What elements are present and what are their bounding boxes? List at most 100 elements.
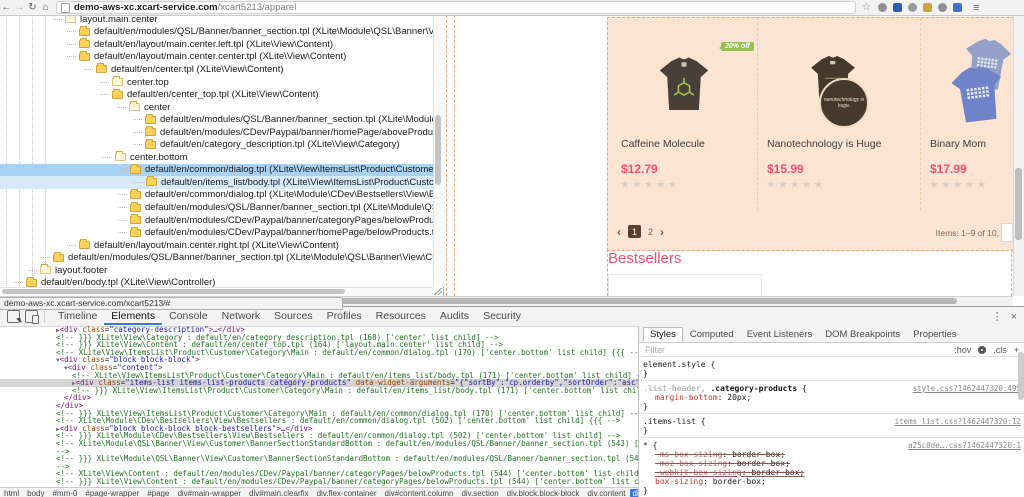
extension-icon[interactable] (952, 3, 962, 12)
extension-icon[interactable] (877, 3, 887, 12)
extension-icon[interactable] (907, 3, 917, 12)
dom-comment-line[interactable]: <!-- }}} XLite\View\ItemsList\Product\Cu… (0, 386, 638, 395)
breadcrumb-item[interactable]: body (23, 489, 48, 497)
element-state-icon[interactable] (978, 345, 987, 354)
page-number[interactable]: 1 (628, 225, 641, 238)
css-property[interactable]: -ms-box-sizing: border-box; (643, 450, 1021, 459)
breadcrumb-item[interactable]: div.flex-container (313, 489, 381, 497)
page-vertical-scrollbar-thumb[interactable] (1015, 168, 1022, 240)
extension-icon[interactable] (937, 3, 947, 12)
devtools-tab-elements[interactable]: Elements (104, 308, 163, 325)
tree-item[interactable]: default/en/modules/QSL/Banner/banner_sec… (0, 113, 443, 126)
tree-item[interactable]: default/en/items_list/body.tpl (XLite\Vi… (0, 176, 443, 189)
breadcrumb-item[interactable]: #page-wrapper (81, 489, 143, 497)
product-rating-stars[interactable]: ★★★★★ (929, 178, 988, 191)
devtools-tab-console[interactable]: Console (162, 308, 215, 325)
classes-button[interactable]: .cls (993, 345, 1007, 355)
dom-comment-line[interactable]: <!-- XLite\Module\QSL\Banner\View\Custom… (0, 440, 638, 448)
tree-item[interactable]: center.top (0, 76, 443, 89)
css-rule[interactable]: * {a25c8de….css?1462447320:1 -ms-box-sizi… (639, 438, 1024, 497)
tree-item[interactable]: default/en/modules/CDev/Paypal/banner/ho… (0, 226, 443, 239)
css-property[interactable]: -moz-box-sizing: border-box; (643, 459, 1021, 468)
styles-tab-properties[interactable]: Properties (907, 328, 962, 341)
elements-tree[interactable]: ▶<div class="category-description">…</di… (0, 326, 638, 487)
reload-icon[interactable]: ↻ (26, 1, 39, 15)
css-property[interactable]: box-sizing: border-box; (643, 477, 1021, 486)
stylesheet-source-link[interactable]: a25c8de….css?1462447320:1 (908, 441, 1021, 450)
bookmark-star-icon[interactable]: ☆ (862, 2, 871, 13)
hover-state-button[interactable]: :hov (954, 345, 971, 355)
tree-item[interactable]: center.bottom (0, 151, 443, 164)
tree-item[interactable]: default/en/center_top.tpl (XLite\View\Co… (0, 88, 443, 101)
breadcrumb-item[interactable]: div#main-wrapper (173, 489, 245, 497)
dom-comment-line[interactable]: <!-- }}} XLite\View\Content : default/en… (0, 478, 638, 486)
styles-tab-event-listeners[interactable]: Event Listeners (741, 328, 818, 341)
device-toolbar-icon[interactable] (25, 310, 39, 324)
product-name[interactable]: Nanotechnology is Huge (767, 138, 881, 150)
breadcrumb-item[interactable]: div.section (457, 489, 502, 497)
devtools-tab-profiles[interactable]: Profiles (320, 308, 369, 325)
devtools-tab-audits[interactable]: Audits (433, 308, 476, 325)
product-rating-stars[interactable]: ★★★★★ (766, 178, 825, 191)
next-page-icon[interactable]: › (660, 226, 664, 238)
tree-vertical-scrollbar-thumb[interactable] (435, 115, 441, 185)
tree-item[interactable]: default/en/common/dialog.tpl (XLite\View… (0, 163, 443, 177)
tree-item[interactable]: default/en/modules/QSL/Banner/banner_sec… (0, 201, 443, 214)
styles-scrollbar-thumb[interactable] (1018, 352, 1024, 400)
product-name[interactable]: Binary Mom (930, 138, 986, 150)
tree-horizontal-scrollbar-thumb[interactable] (2, 289, 345, 294)
forward-icon[interactable]: → (13, 1, 26, 15)
styles-tab-dom-breakpoints[interactable]: DOM Breakpoints (819, 328, 906, 341)
browser-menu-icon[interactable]: ≡ (973, 2, 979, 14)
extension-icon[interactable] (922, 3, 932, 12)
breadcrumb-item[interactable]: div.block.block-block (503, 489, 584, 497)
back-icon[interactable]: ← (0, 1, 13, 15)
stylesheet-source-link[interactable]: items_list.css?1462447320:12 (895, 417, 1021, 426)
product-image[interactable] (653, 44, 715, 124)
dom-comment-line[interactable]: <!-- }}} XLite\Module\QSL\Banner\View\Cu… (0, 455, 638, 463)
product-image[interactable] (942, 58, 1013, 129)
styles-tab-styles[interactable]: Styles (643, 326, 683, 342)
tree-item[interactable]: default/en/layout/main.center.center.tpl… (0, 50, 443, 64)
tree-item[interactable]: default/en/modules/QSL/Banner/banner_sec… (0, 251, 443, 264)
tree-item[interactable]: default/en/layout/main.center.right.tpl … (0, 239, 443, 252)
home-icon[interactable]: ⌂ (39, 1, 52, 15)
dom-node-line[interactable]: </div> (0, 394, 638, 402)
per-page-select[interactable] (1001, 223, 1013, 242)
template-tree-panel[interactable]: layout.main.center default/en/modules/QSL… (0, 15, 444, 297)
css-rule[interactable]: .list-header, .category-products {style.… (639, 381, 1024, 414)
tree-item[interactable]: layout.footer (0, 264, 443, 277)
previous-page-icon[interactable]: ‹ (617, 226, 621, 238)
devtools-tab-network[interactable]: Network (215, 308, 268, 325)
tree-item[interactable]: default/en/layout/main.center.left.tpl (… (0, 38, 443, 51)
devtools-tab-timeline[interactable]: Timeline (51, 308, 104, 325)
tree-item[interactable]: default/en/center.tpl (XLite\View\Conten… (0, 63, 443, 76)
breadcrumb-item[interactable]: div.items-list.items-list-products.categ… (629, 489, 638, 497)
styles-filter-input[interactable]: Filter (645, 345, 947, 355)
breadcrumb-item[interactable]: div.content (583, 489, 629, 497)
tree-item[interactable]: center (0, 101, 443, 114)
address-bar[interactable]: demo-aws-xc.xcart-service.com/xcart5213/… (56, 1, 856, 14)
url-text[interactable]: demo-aws-xc.xcart-service.com/xcart5213/… (74, 2, 296, 13)
css-property[interactable]: -webkit-box-sizing: border-box; (643, 468, 1021, 477)
stylesheet-source-link[interactable]: style.css?1462447320:495 (913, 384, 1021, 393)
inspect-element-icon[interactable] (7, 310, 22, 325)
breadcrumb-item[interactable]: #mm-0 (48, 489, 81, 497)
product-name[interactable]: Caffeine Molecule (621, 138, 705, 150)
page-vertical-scrollbar[interactable] (1013, 15, 1024, 296)
extension-icon[interactable] (892, 3, 902, 12)
breadcrumb-item[interactable]: #page (143, 489, 173, 497)
tree-item[interactable]: layout.main.center (0, 15, 443, 26)
breadcrumb-item[interactable]: html (0, 489, 23, 497)
styles-tab-computed[interactable]: Computed (684, 328, 740, 341)
tree-resize-grip[interactable] (434, 288, 442, 295)
tree-item[interactable]: default/en/modules/CDev/Paypal/banner/ca… (0, 214, 443, 227)
breadcrumb-item[interactable]: div#main.clearfix (245, 489, 313, 497)
devtools-tab-security[interactable]: Security (476, 308, 528, 325)
product-card[interactable]: nanotechnology is huge. Nanotechnology is… (757, 18, 921, 210)
product-image-disc[interactable]: nanotechnology is huge. (819, 78, 869, 128)
tree-item[interactable]: default/en/modules/QSL/Banner/banner_sec… (0, 25, 443, 39)
page-number[interactable]: 2 (648, 227, 653, 237)
product-card[interactable]: Binary Mom $17.99 ★★★★★ (920, 18, 1013, 210)
product-card[interactable]: 20% off Caffeine Molecule $12.79 ★★★★★ (611, 18, 758, 210)
